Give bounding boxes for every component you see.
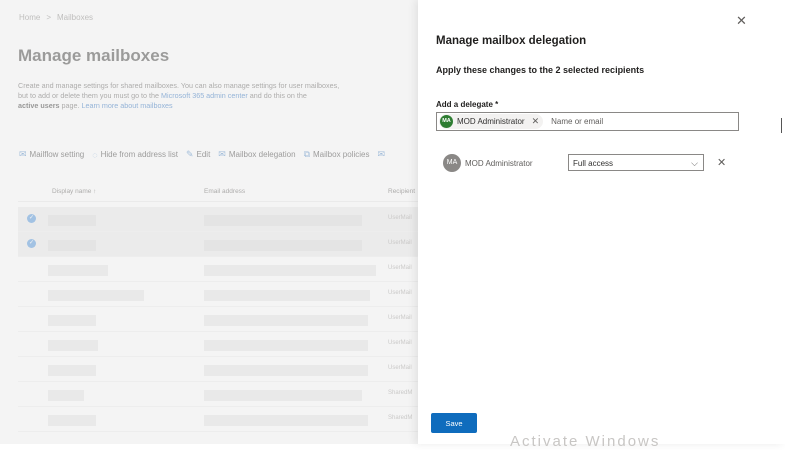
redacted-name [48, 340, 98, 351]
pencil-icon: ✎ [185, 149, 194, 159]
avatar: MA [440, 115, 453, 128]
redacted-name [48, 415, 96, 426]
recipient-type: SharedM [388, 390, 413, 396]
recipient-type: UserMail [388, 290, 412, 296]
panel-subtitle: Apply these changes to the 2 selected re… [436, 65, 645, 75]
redacted-email [204, 265, 376, 276]
table-row[interactable]: ✓ UserMail [18, 207, 418, 232]
table-row[interactable]: UserMail [18, 332, 418, 357]
hide-icon: ◌ [92, 149, 98, 160]
breadcrumb-separator: > [46, 13, 52, 22]
page-description: Create and manage settings for shared ma… [18, 81, 388, 111]
mailflow-icon: ✉ [19, 149, 27, 159]
redacted-email [204, 315, 368, 326]
chevron-down-icon: ⌵ [691, 158, 698, 168]
recipient-type: UserMail [388, 340, 412, 346]
redacted-name [48, 365, 96, 376]
breadcrumb: Home > Mailboxes [19, 13, 93, 22]
save-button[interactable]: Save [431, 413, 477, 433]
table-row[interactable]: UserMail [18, 257, 418, 282]
recipient-type: UserMail [388, 240, 412, 246]
redacted-name [48, 390, 84, 401]
table-header: Display name ↑ Email address Recipient [18, 183, 418, 202]
description-line2-suffix: and do this on the [247, 91, 307, 100]
table-row[interactable]: SharedM [18, 407, 418, 432]
redacted-email [204, 365, 368, 376]
remove-delegate-icon[interactable]: ✕ [717, 156, 726, 169]
hide-from-address-list-button[interactable]: ◌ Hide from address list [92, 149, 178, 160]
redacted-name [48, 215, 96, 226]
redacted-name [48, 265, 108, 276]
redacted-name [48, 240, 96, 251]
mailflow-label: Mailflow setting [29, 150, 85, 159]
redacted-name [48, 315, 96, 326]
active-users-text: active users [18, 101, 60, 110]
delegate-chip[interactable]: MA MOD Administrator ✕ [439, 114, 544, 129]
description-line3: page. [59, 101, 82, 110]
close-icon[interactable]: ✕ [736, 13, 747, 29]
hide-label: Hide from address list [100, 150, 178, 159]
redacted-name [48, 290, 144, 301]
table-row[interactable]: UserMail [18, 282, 418, 307]
policies-label: Mailbox policies [313, 150, 370, 159]
avatar: MA [443, 154, 461, 172]
breadcrumb-home[interactable]: Home [19, 13, 40, 22]
recipient-type: UserMail [388, 215, 412, 221]
more-toolbar-button[interactable]: ✉ [377, 149, 385, 160]
learn-more-link[interactable]: Learn more about mailboxes [82, 101, 173, 110]
delegate-search-input[interactable] [549, 116, 674, 127]
edit-button[interactable]: ✎ Edit [186, 149, 210, 160]
table-row[interactable]: ✓ UserMail [18, 232, 418, 257]
mailflow-setting-button[interactable]: ✉ Mailflow setting [19, 149, 84, 160]
checkmark-icon[interactable]: ✓ [27, 214, 36, 223]
table-row[interactable]: UserMail [18, 357, 418, 382]
recipient-type: UserMail [388, 265, 412, 271]
window-edge [781, 118, 782, 133]
table-row[interactable]: UserMail [18, 307, 418, 332]
activate-windows-watermark: Activate Windows [510, 433, 661, 450]
command-bar: ✉ Mailflow setting ◌ Hide from address lis… [19, 149, 385, 160]
delegate-row: MA MOD Administrator Full access ⌵ ✕ [443, 154, 743, 174]
chip-name: MOD Administrator [457, 117, 525, 126]
description-line1: Create and manage settings for shared ma… [18, 81, 340, 90]
redacted-email [204, 415, 368, 426]
delegation-panel: ✕ Manage mailbox delegation Apply these … [418, 0, 785, 450]
mailbox-delegation-button[interactable]: ✉ Mailbox delegation [218, 149, 295, 160]
delegate-name: MOD Administrator [465, 159, 533, 168]
permission-value: Full access [573, 159, 614, 168]
delegate-picker[interactable]: MA MOD Administrator ✕ [436, 112, 739, 131]
column-recipient-type[interactable]: Recipient [388, 188, 415, 195]
policy-icon: ⧉ [303, 149, 310, 159]
redacted-email [204, 340, 368, 351]
panel-title: Manage mailbox delegation [436, 35, 587, 47]
description-line2: but to add or delete them you must go to… [18, 91, 162, 100]
remove-chip-icon[interactable]: ✕ [532, 116, 540, 127]
delegate-label: Add a delegate * [436, 100, 499, 109]
column-email-address[interactable]: Email address [204, 188, 245, 195]
mailbox-policies-button[interactable]: ⧉ Mailbox policies [304, 149, 370, 160]
edit-label: Edit [196, 150, 211, 159]
page-title: Manage mailboxes [18, 46, 170, 65]
redacted-email [204, 215, 362, 226]
mail-more-icon: ✉ [377, 149, 386, 159]
table-row[interactable]: SharedM [18, 382, 418, 407]
mail-icon: ✉ [218, 149, 226, 159]
recipient-type: UserMail [388, 315, 412, 321]
delegation-label: Mailbox delegation [228, 150, 296, 159]
breadcrumb-current: Mailboxes [57, 13, 94, 22]
checkmark-icon[interactable]: ✓ [27, 239, 36, 248]
column-display-name[interactable]: Display name ↑ [52, 188, 96, 195]
recipient-type: UserMail [388, 365, 412, 371]
mailboxes-page: Home > Mailboxes Manage mailboxes Create… [0, 0, 418, 444]
admin-center-link[interactable]: Microsoft 365 admin center [161, 91, 248, 100]
redacted-email [204, 240, 362, 251]
permission-dropdown[interactable]: Full access ⌵ [568, 154, 704, 171]
recipient-type: SharedM [388, 415, 413, 421]
redacted-email [204, 290, 370, 301]
redacted-email [204, 390, 362, 401]
